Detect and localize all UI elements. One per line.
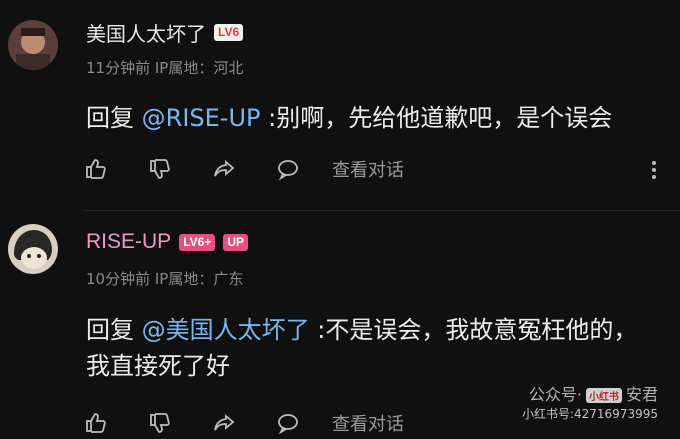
comment-meta: 10分钟前 IP属地：广东 — [86, 270, 244, 288]
divider — [82, 210, 680, 211]
thumb-down-icon[interactable] — [148, 157, 172, 181]
mention-link[interactable]: @美国人太坏了 — [142, 316, 310, 344]
thumb-down-icon[interactable] — [148, 411, 172, 435]
mention-link[interactable]: @RISE-UP — [142, 104, 261, 132]
watermark-xhs-id: 小红书号:42716973995 — [521, 407, 658, 421]
reply-prefix: 回复 — [86, 316, 134, 344]
comment-actions: 查看对话 — [84, 410, 404, 436]
comment-body: :别啊，先给他道歉吧，是个误会 — [268, 104, 613, 132]
watermark: 公众号· 小红书 安君 小红书号:42716973995 — [522, 381, 658, 422]
watermark-public-account: 公众号· 小红书 安君 — [528, 385, 658, 404]
level-badge: LV6 — [214, 24, 244, 41]
avatar[interactable] — [8, 224, 58, 274]
level-badge: LV6+ — [179, 233, 216, 251]
view-dialog-link[interactable]: 查看对话 — [332, 410, 404, 436]
avatar[interactable] — [8, 20, 58, 70]
username[interactable]: 美国人太坏了 — [86, 18, 206, 47]
xiaohongshu-badge: 小红书 — [585, 388, 622, 403]
comment-item: 美国人太坏了 LV6 11分钟前 IP属地：河北 回复 @RISE-UP :别啊… — [0, 0, 680, 210]
thumb-up-icon[interactable] — [84, 411, 108, 435]
up-badge: UP — [223, 233, 248, 251]
comment-bubble-icon[interactable] — [276, 411, 300, 435]
share-icon[interactable] — [212, 157, 236, 181]
comment-meta: 11分钟前 IP属地：河北 — [86, 59, 244, 77]
comment-header: 美国人太坏了 LV6 — [86, 18, 244, 47]
view-dialog-link[interactable]: 查看对话 — [332, 156, 404, 182]
username[interactable]: RISE-UP — [86, 230, 171, 254]
more-vertical-icon[interactable] — [650, 158, 658, 182]
comment-actions: 查看对话 — [84, 156, 404, 182]
share-icon[interactable] — [212, 411, 236, 435]
comment-text: 回复 @RISE-UP :别啊，先给他道歉吧，是个误会 — [86, 100, 676, 136]
comment-text: 回复 @美国人太坏了 :不是误会，我故意冤枉他的，我直接死了好 — [86, 312, 646, 384]
reply-prefix: 回复 — [86, 104, 134, 132]
comment-header: RISE-UP LV6+ UP — [86, 230, 248, 254]
comment-bubble-icon[interactable] — [276, 157, 300, 181]
thumb-up-icon[interactable] — [84, 157, 108, 181]
